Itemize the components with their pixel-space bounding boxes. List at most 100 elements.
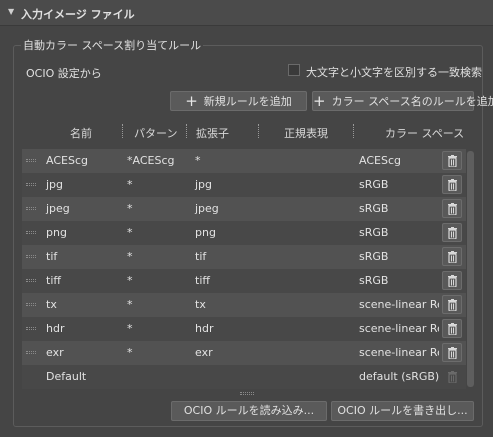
rule-name[interactable]: Default: [46, 370, 86, 383]
export-ocio-rules-button[interactable]: OCIO ルールを書き出し...: [331, 401, 474, 421]
case-sensitive-label[interactable]: 大文字と小文字を区別する一致検索: [306, 64, 482, 80]
delete-rule-button[interactable]: [442, 247, 462, 266]
rule-name[interactable]: tiff: [46, 274, 61, 287]
column-separator[interactable]: [186, 124, 187, 138]
drag-handle-icon[interactable]: [26, 183, 36, 186]
table-row[interactable]: jpeg * jpeg sRGB: [22, 197, 466, 221]
table-row[interactable]: ACEScg *ACEScg * ACEScg: [22, 149, 466, 173]
load-ocio-rules-button[interactable]: OCIO ルールを読み込み...: [171, 401, 327, 421]
delete-rule-button[interactable]: [442, 151, 462, 170]
add-colorspace-rule-label: カラー スペース名のルールを追加: [331, 95, 493, 108]
plus-icon: +: [185, 92, 198, 110]
table-row[interactable]: tx * tx scene-linear Rec: [22, 293, 466, 317]
drag-handle-icon[interactable]: [26, 159, 36, 162]
table-header: 名前 パターン 拡張子 正規表現 カラー スペース: [22, 121, 466, 143]
trash-icon: [448, 203, 457, 215]
rule-pattern[interactable]: *ACEScg: [127, 154, 174, 167]
rule-extension[interactable]: tx: [195, 298, 206, 311]
rule-extension[interactable]: tif: [195, 250, 206, 263]
rule-extension[interactable]: png: [195, 226, 216, 239]
rule-colorspace[interactable]: scene-linear Rec: [359, 322, 439, 335]
delete-rule-button[interactable]: [442, 223, 462, 242]
rule-pattern[interactable]: *: [127, 274, 133, 287]
add-rule-button[interactable]: + 新規ルールを追加: [170, 91, 307, 111]
vertical-scrollbar[interactable]: [467, 149, 474, 389]
rule-extension[interactable]: jpg: [195, 178, 212, 191]
delete-rule-button-disabled: [442, 367, 462, 386]
rule-name[interactable]: tx: [46, 298, 57, 311]
table-row[interactable]: hdr * hdr scene-linear Rec: [22, 317, 466, 341]
rule-colorspace[interactable]: sRGB: [359, 202, 439, 215]
header-regex[interactable]: 正規表現: [284, 125, 328, 141]
column-separator[interactable]: [353, 124, 354, 138]
rule-pattern[interactable]: *: [127, 346, 133, 359]
trash-icon: [448, 227, 457, 239]
rule-name[interactable]: ACEScg: [46, 154, 88, 167]
drag-handle-icon[interactable]: [26, 207, 36, 210]
header-extension[interactable]: 拡張子: [196, 125, 229, 141]
case-sensitive-checkbox[interactable]: [288, 64, 300, 76]
header-colorspace[interactable]: カラー スペース: [385, 125, 464, 141]
rule-extension[interactable]: hdr: [195, 322, 213, 335]
delete-rule-button[interactable]: [442, 199, 462, 218]
rule-extension[interactable]: *: [195, 154, 201, 167]
section-header[interactable]: ▼ 入力イメージ ファイル: [0, 0, 493, 26]
splitter-grip-icon[interactable]: [240, 392, 254, 395]
table-row[interactable]: tif * tif sRGB: [22, 245, 466, 269]
rule-pattern[interactable]: *: [127, 298, 133, 311]
resize-splitter[interactable]: [22, 392, 466, 397]
drag-handle-icon[interactable]: [26, 231, 36, 234]
rule-name[interactable]: tif: [46, 250, 57, 263]
rules-table: ACEScg *ACEScg * ACEScg jpg * jpg sRGB j…: [22, 149, 466, 389]
drag-handle-icon[interactable]: [26, 279, 36, 282]
rule-extension[interactable]: exr: [195, 346, 213, 359]
rule-name[interactable]: exr: [46, 346, 64, 359]
column-separator[interactable]: [122, 124, 123, 138]
trash-icon: [448, 251, 457, 263]
delete-rule-button[interactable]: [442, 295, 462, 314]
rule-colorspace[interactable]: default (sRGB): [359, 370, 439, 383]
header-name[interactable]: 名前: [70, 125, 92, 141]
rule-colorspace[interactable]: sRGB: [359, 274, 439, 287]
table-row[interactable]: exr * exr scene-linear Rec: [22, 341, 466, 365]
drag-handle-icon[interactable]: [26, 255, 36, 258]
trash-icon: [448, 179, 457, 191]
rule-pattern[interactable]: *: [127, 322, 133, 335]
table-row[interactable]: jpg * jpg sRGB: [22, 173, 466, 197]
rule-pattern[interactable]: *: [127, 178, 133, 191]
rule-colorspace[interactable]: scene-linear Rec: [359, 346, 439, 359]
rule-colorspace[interactable]: sRGB: [359, 226, 439, 239]
rule-colorspace[interactable]: scene-linear Rec: [359, 298, 439, 311]
plus-icon: +: [313, 92, 326, 110]
rule-name[interactable]: png: [46, 226, 67, 239]
rule-name[interactable]: jpg: [46, 178, 63, 191]
delete-rule-button[interactable]: [442, 319, 462, 338]
delete-rule-button[interactable]: [442, 343, 462, 362]
add-rule-label: 新規ルールを追加: [203, 95, 292, 108]
delete-rule-button[interactable]: [442, 175, 462, 194]
drag-handle-icon[interactable]: [26, 303, 36, 306]
table-row[interactable]: png * png sRGB: [22, 221, 466, 245]
rule-extension[interactable]: jpeg: [195, 202, 219, 215]
drag-handle-icon[interactable]: [26, 351, 36, 354]
group-title: 自動カラー スペース割り当てルール: [21, 37, 204, 53]
rule-extension[interactable]: tiff: [195, 274, 210, 287]
header-pattern[interactable]: パターン: [134, 125, 177, 141]
add-colorspace-rule-button[interactable]: + カラー スペース名のルールを追加: [312, 91, 493, 111]
rule-colorspace[interactable]: ACEScg: [359, 154, 439, 167]
delete-rule-button[interactable]: [442, 271, 462, 290]
table-row-default[interactable]: Default default (sRGB): [22, 365, 466, 389]
rule-name[interactable]: jpeg: [46, 202, 70, 215]
trash-icon: [448, 299, 457, 311]
drag-handle-icon[interactable]: [26, 327, 36, 330]
rule-colorspace[interactable]: sRGB: [359, 250, 439, 263]
collapse-triangle-icon[interactable]: ▼: [8, 7, 14, 16]
rule-pattern[interactable]: *: [127, 202, 133, 215]
table-row[interactable]: tiff * tiff sRGB: [22, 269, 466, 293]
rule-pattern[interactable]: *: [127, 226, 133, 239]
column-separator[interactable]: [258, 124, 259, 138]
scrollbar-thumb[interactable]: [467, 151, 474, 387]
rule-colorspace[interactable]: sRGB: [359, 178, 439, 191]
rule-name[interactable]: hdr: [46, 322, 64, 335]
rule-pattern[interactable]: *: [127, 250, 133, 263]
